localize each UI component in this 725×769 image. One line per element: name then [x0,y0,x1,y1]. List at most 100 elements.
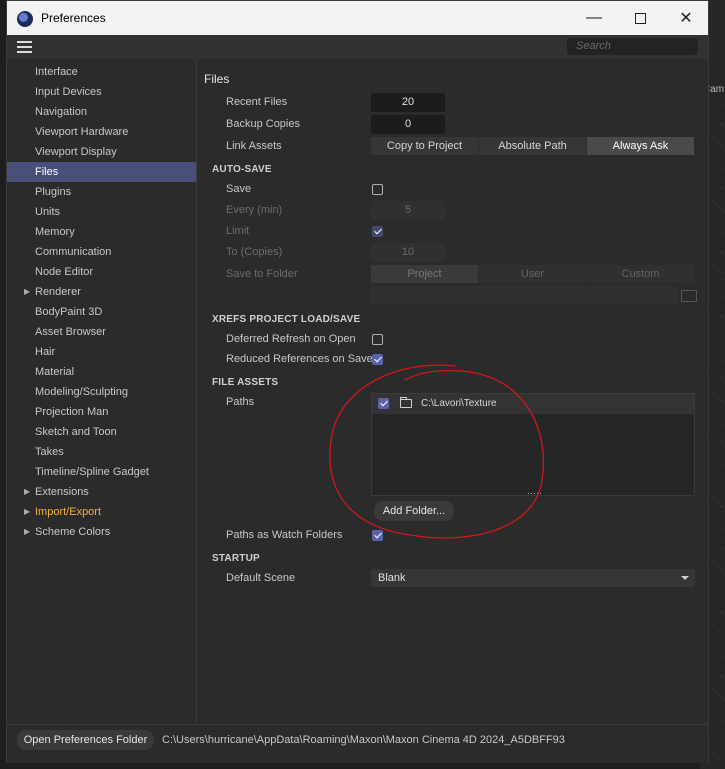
sidebar-item-label: Timeline/Spline Gadget [35,466,149,478]
browse-folder-icon[interactable] [681,290,697,302]
section-title: Files [204,72,230,86]
maximize-button[interactable] [617,1,663,35]
sidebar-item-label: Memory [35,226,75,238]
save-to-folder-custom[interactable]: Custom [587,265,695,283]
autosave-group-title: AUTO-SAVE [212,164,272,175]
save-to-folder-user[interactable]: User [479,265,587,283]
default-scene-dropdown[interactable]: Blank [371,569,695,587]
sidebar-item-node-editor[interactable]: Node Editor [7,262,196,282]
link-assets-copy-to-project[interactable]: Copy to Project [371,137,479,155]
resize-handle-icon[interactable]: ····· [527,489,542,498]
sidebar-item-sketch-and-toon[interactable]: Sketch and Toon [7,422,196,442]
search-input[interactable]: Search [567,38,698,55]
to-copies-field[interactable]: 10 [371,243,445,262]
preferences-window: Preferences — ✕ Search Interface Input De… [6,0,709,763]
sidebar-item-renderer[interactable]: ▶ Renderer [7,282,196,302]
sidebar-item-label: Modeling/Sculpting [35,386,128,398]
minimize-button[interactable]: — [571,1,617,35]
sidebar-item-takes[interactable]: Takes [7,442,196,462]
link-assets-absolute-path[interactable]: Absolute Path [479,137,587,155]
files-settings-panel: Files Recent Files 20 Backup Copies 0 Li… [197,59,708,724]
sidebar-item-asset-browser[interactable]: Asset Browser [7,322,196,342]
sidebar-item-label: Hair [35,346,56,358]
sidebar-item-navigation[interactable]: Navigation [7,102,196,122]
paths-list[interactable]: C:\Lavori\Texture ····· [371,393,695,498]
sidebar-item-label: Asset Browser [35,326,106,338]
sidebar-item-plugins[interactable]: Plugins [7,182,196,202]
every-min-field[interactable]: 5 [371,201,445,220]
default-scene-label: Default Scene [226,572,296,584]
sidebar-item-bodypaint-3d[interactable]: BodyPaint 3D [7,302,196,322]
sidebar-item-hair[interactable]: Hair [7,342,196,362]
open-preferences-folder-button[interactable]: Open Preferences Folder [17,730,154,750]
sidebar-item-input-devices[interactable]: Input Devices [7,82,196,102]
sidebar-item-files[interactable]: Files [7,162,196,182]
chevron-down-icon [681,576,689,580]
save-to-folder-label: Save to Folder [226,268,298,280]
sidebar-item-label: Import/Export [35,506,102,518]
deferred-refresh-label: Deferred Refresh on Open [226,333,356,345]
sidebar-item-label: Communication [35,246,112,258]
expand-arrow-icon[interactable]: ▶ [24,282,30,302]
window-title: Preferences [41,11,106,25]
recent-files-label: Recent Files [226,96,288,108]
custom-folder-path-field[interactable] [371,286,677,304]
recent-files-field[interactable]: 20 [371,93,445,112]
reduced-references-checkbox[interactable] [372,354,383,365]
sidebar-item-import-export[interactable]: ▶ Import/Export [7,502,196,522]
close-button[interactable]: ✕ [663,1,709,35]
backup-copies-label: Backup Copies [226,118,300,130]
save-to-folder-segmented: Project User Custom [371,265,695,283]
limit-checkbox[interactable] [372,226,383,237]
sidebar-item-units[interactable]: Units [7,202,196,222]
expand-arrow-icon[interactable]: ▶ [24,522,30,542]
sidebar-item-modeling-sculpting[interactable]: Modeling/Sculpting [7,382,196,402]
sidebar-item-label: Viewport Hardware [35,126,129,138]
sidebar-item-extensions[interactable]: ▶ Extensions [7,482,196,502]
sidebar-item-label: Viewport Display [35,146,117,158]
sidebar-item-scheme-colors[interactable]: ▶ Scheme Colors [7,522,196,542]
link-assets-always-ask[interactable]: Always Ask [587,137,695,155]
sidebar-item-material[interactable]: Material [7,362,196,382]
path-enabled-checkbox[interactable] [378,398,389,409]
sidebar-item-label: Projection Man [35,406,109,418]
sidebar-item-memory[interactable]: Memory [7,222,196,242]
sidebar-item-viewport-display[interactable]: Viewport Display [7,142,196,162]
sidebar-item-label: Plugins [35,186,72,198]
cinema4d-app-icon [17,11,33,27]
every-min-label: Every (min) [226,204,283,216]
sidebar-item-interface[interactable]: Interface [7,62,196,82]
maximize-icon [634,12,646,24]
deferred-refresh-checkbox[interactable] [372,334,383,345]
limit-label: Limit [226,225,250,237]
sidebar-item-label: Sketch and Toon [35,426,117,438]
watch-folders-label: Paths as Watch Folders [226,529,343,541]
backup-copies-field[interactable]: 0 [371,115,445,134]
sidebar-item-label: Units [35,206,61,218]
list-item[interactable]: C:\Lavori\Texture [372,394,694,414]
sidebar-item-label: Node Editor [35,266,94,278]
expand-arrow-icon[interactable]: ▶ [24,482,30,502]
sidebar-item-projection-man[interactable]: Projection Man [7,402,196,422]
sidebar-item-viewport-hardware[interactable]: Viewport Hardware [7,122,196,142]
sidebar-item-label: Material [35,366,75,378]
xrefs-group-title: XREFS PROJECT LOAD/SAVE [212,314,361,325]
sidebar-item-communication[interactable]: Communication [7,242,196,262]
watch-folders-checkbox[interactable] [372,530,383,541]
close-icon: ✕ [679,10,693,27]
file-assets-group-title: FILE ASSETS [212,377,279,388]
scrollbar[interactable] [705,59,708,724]
link-assets-label: Link Assets [226,140,282,152]
title-bar[interactable]: Preferences — ✕ [7,1,708,35]
expand-arrow-icon[interactable]: ▶ [24,502,30,522]
add-folder-button[interactable]: Add Folder... [374,501,454,521]
sidebar-item-label: BodyPaint 3D [35,306,103,318]
autosave-save-checkbox[interactable] [372,184,383,195]
hamburger-menu-icon[interactable] [17,41,32,53]
sidebar-item-timeline-spline-gadget[interactable]: Timeline/Spline Gadget [7,462,196,482]
sidebar-item-label: Extensions [35,486,89,498]
save-to-folder-project[interactable]: Project [371,265,479,283]
sidebar-item-label: Interface [35,66,78,78]
link-assets-segmented: Copy to Project Absolute Path Always Ask [371,137,695,155]
minimize-icon: — [586,9,602,26]
